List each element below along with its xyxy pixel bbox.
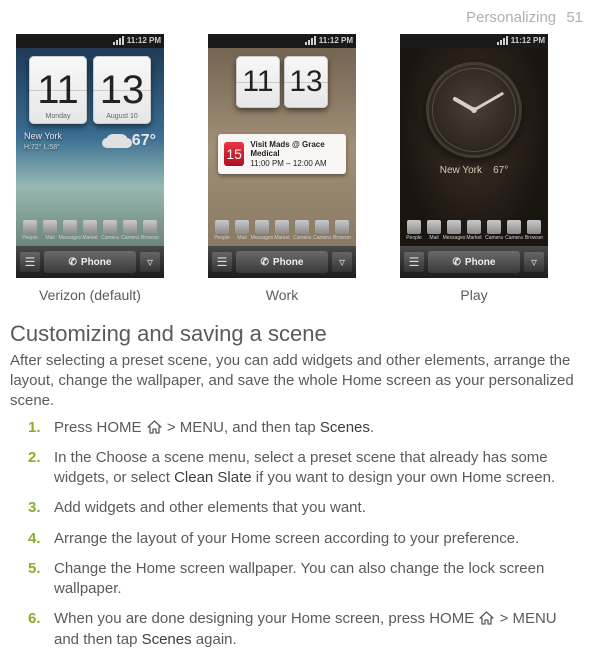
shortcut-row: People Mail Messages Market Camera Camer… <box>208 216 356 246</box>
phone-icon: ✆ <box>453 256 461 270</box>
signal-icon <box>113 37 124 45</box>
weather-city: New York H:72° L:58° <box>24 130 62 152</box>
clock-minutes: 13 <box>284 56 328 108</box>
cloud-icon <box>106 134 128 148</box>
calendar-text: Visit Mads @ Grace Medical 11:00 PM – 12… <box>250 140 340 169</box>
page-number: 51 <box>566 9 583 26</box>
screenshot-work: 11:12 PM 11 13 15 Visit Mads @ Grace Med… <box>202 34 362 305</box>
dock: ☰ ✆ Phone ▿ <box>208 246 356 278</box>
caption-work: Work <box>266 286 298 305</box>
shortcut-row: People Mail Messages Market Camera Camer… <box>16 216 164 246</box>
home-icon <box>147 420 162 434</box>
running-header: Personalizing 51 <box>10 8 583 28</box>
section-intro: After selecting a preset scene, you can … <box>10 351 583 412</box>
page: Personalizing 51 11:12 PM 11 Monday 13 <box>0 0 595 651</box>
flip-clock-widget: 11 13 <box>234 56 330 116</box>
flip-clock-widget: 11 Monday 13 August 10 <box>24 56 156 124</box>
phone-mockup: 11:12 PM 11 13 15 Visit Mads @ Grace Med… <box>208 34 356 278</box>
dock-right-icon: ▿ <box>524 252 544 272</box>
dock-phone-button: ✆ Phone <box>236 251 328 273</box>
weather-line: New York 67° <box>400 164 548 178</box>
phone-icon: ✆ <box>69 256 77 270</box>
phone-mockup: 11:12 PM 11 Monday 13 August 10 New York <box>16 34 164 278</box>
clock-hours: 11 Monday <box>29 56 87 124</box>
minute-hand <box>473 92 504 112</box>
dock: ☰ ✆ Phone ▿ <box>16 246 164 278</box>
analog-clock-widget <box>426 62 522 158</box>
status-time: 11:12 PM <box>127 36 161 47</box>
shortcut-row: People Mail Messages Market Camera Camer… <box>400 216 548 246</box>
emphasis: Scenes <box>142 631 192 648</box>
phone-icon: ✆ <box>261 256 269 270</box>
signal-icon <box>497 37 508 45</box>
dock-left-icon: ☰ <box>404 252 424 272</box>
weather-widget: New York H:72° L:58° 67° <box>24 128 156 154</box>
dock-right-icon: ▿ <box>332 252 352 272</box>
clock-minutes: 13 August 10 <box>93 56 151 124</box>
home-icon <box>479 611 494 625</box>
step-item: Add widgets and other elements that you … <box>50 498 583 518</box>
screenshot-verizon: 11:12 PM 11 Monday 13 August 10 New York <box>10 34 170 305</box>
screenshot-play: 11:12 PM New York 67° People Mail Messag… <box>394 34 554 305</box>
dock-right-icon: ▿ <box>140 252 160 272</box>
clock-hours: 11 <box>236 56 280 108</box>
dock-phone-button: ✆ Phone <box>44 251 136 273</box>
step-item: In the Choose a scene menu, select a pre… <box>50 448 583 489</box>
section-heading: Customizing and saving a scene <box>10 319 583 349</box>
step-item: Press HOME > MENU, and then tap Scenes. <box>50 418 583 438</box>
phone-mockup: 11:12 PM New York 67° People Mail Messag… <box>400 34 548 278</box>
caption-play: Play <box>460 286 487 305</box>
dock-phone-button: ✆ Phone <box>428 251 520 273</box>
step-item: When you are done designing your Home sc… <box>50 609 583 650</box>
step-item: Arrange the layout of your Home screen a… <box>50 529 583 549</box>
status-time: 11:12 PM <box>511 36 545 47</box>
chapter-title: Personalizing <box>466 9 556 26</box>
status-bar: 11:12 PM <box>16 34 164 48</box>
weather-temp: 67° <box>106 130 156 152</box>
status-bar: 11:12 PM <box>400 34 548 48</box>
screenshot-row: 11:12 PM 11 Monday 13 August 10 New York <box>10 34 583 305</box>
emphasis: Clean Slate <box>174 469 252 486</box>
calendar-widget: 15 Visit Mads @ Grace Medical 11:00 PM –… <box>218 134 346 174</box>
status-bar: 11:12 PM <box>208 34 356 48</box>
dock: ☰ ✆ Phone ▿ <box>400 246 548 278</box>
dock-left-icon: ☰ <box>20 252 40 272</box>
step-item: Change the Home screen wallpaper. You ca… <box>50 559 583 600</box>
emphasis: Scenes <box>320 419 370 436</box>
status-time: 11:12 PM <box>319 36 353 47</box>
steps-list: Press HOME > MENU, and then tap Scenes. I… <box>10 418 583 650</box>
signal-icon <box>305 37 316 45</box>
dock-left-icon: ☰ <box>212 252 232 272</box>
clock-pin <box>471 107 477 113</box>
calendar-icon: 15 <box>224 142 244 166</box>
caption-verizon: Verizon (default) <box>39 286 141 305</box>
